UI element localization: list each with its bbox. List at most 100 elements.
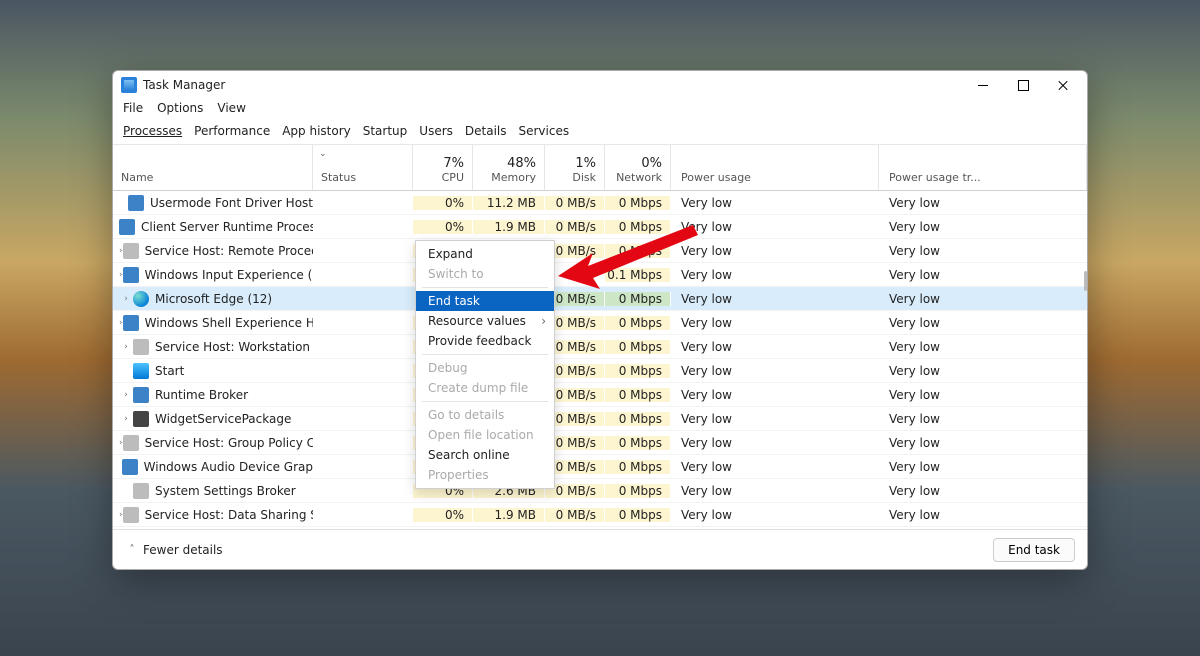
col-name[interactable]: Name (113, 145, 313, 190)
cell-power-trend: Very low (879, 508, 1087, 522)
process-icon (123, 435, 139, 451)
tab-startup[interactable]: Startup (363, 124, 408, 138)
process-name: Service Host: Workstation (155, 340, 310, 354)
table-row[interactable]: ›Microsoft Edge (12)324.9 MB0 MB/s0 Mbps… (113, 287, 1087, 311)
expand-chevron-icon[interactable]: › (119, 414, 133, 424)
cell-power-trend: Very low (879, 364, 1087, 378)
tab-performance[interactable]: Performance (194, 124, 270, 138)
close-button[interactable] (1043, 71, 1083, 99)
process-list[interactable]: Usermode Font Driver Host0%11.2 MB0 MB/s… (113, 191, 1087, 529)
cell-power-trend: Very low (879, 460, 1087, 474)
menu-view[interactable]: View (217, 101, 245, 115)
cell-power: Very low (671, 244, 879, 258)
process-icon (122, 459, 138, 475)
table-row[interactable]: ›Service Host: Remote Procedure...0%6.8 … (113, 239, 1087, 263)
menu-separator (422, 287, 548, 288)
cell-network: 0 Mbps (605, 460, 671, 474)
process-icon (133, 291, 149, 307)
chevron-up-icon[interactable]: ˄ (125, 544, 139, 555)
end-task-button[interactable]: End task (993, 538, 1075, 562)
process-name: WidgetServicePackage (155, 412, 291, 426)
app-icon (121, 77, 137, 93)
cell-network: 0.1 Mbps (605, 268, 671, 282)
table-row[interactable]: ›Runtime Broker0%3.3 MB0 MB/s0 MbpsVery … (113, 383, 1087, 407)
table-row[interactable]: ›Service Host: Group Policy C0%1.2 MB0 M… (113, 431, 1087, 455)
expand-chevron-icon[interactable]: › (119, 390, 133, 400)
cell-power: Very low (671, 364, 879, 378)
col-power[interactable]: Power usage (671, 145, 879, 190)
menu-item-resource-values[interactable]: Resource values (416, 311, 554, 331)
cell-network: 0 Mbps (605, 244, 671, 258)
tab-details[interactable]: Details (465, 124, 507, 138)
menu-separator (422, 354, 548, 355)
col-status[interactable]: ⌄Status (313, 145, 413, 190)
col-power-trend[interactable]: Power usage tr... (879, 145, 1087, 190)
process-name: Microsoft Edge (12) (155, 292, 272, 306)
cell-power-trend: Very low (879, 220, 1087, 234)
cell-memory: 1.9 MB (473, 508, 545, 522)
table-row[interactable]: Windows Audio Device Grap0%1.1 MB0 MB/s0… (113, 455, 1087, 479)
menu-item-search-online[interactable]: Search online (416, 445, 554, 465)
cell-power-trend: Very low (879, 316, 1087, 330)
col-network[interactable]: 0%Network (605, 145, 671, 190)
menu-file[interactable]: File (123, 101, 143, 115)
cell-power: Very low (671, 340, 879, 354)
col-cpu[interactable]: 7%CPU (413, 145, 473, 190)
cell-memory: 11.2 MB (473, 196, 545, 210)
cell-disk: 0 MB/s (545, 508, 605, 522)
menu-options[interactable]: Options (157, 101, 203, 115)
table-row[interactable]: System Settings Broker0%2.6 MB0 MB/s0 Mb… (113, 479, 1087, 503)
cell-network: 0 Mbps (605, 412, 671, 426)
process-name: Runtime Broker (155, 388, 248, 402)
chevron-down-icon: ⌄ (319, 149, 327, 159)
scrollbar-thumb[interactable] (1084, 271, 1087, 291)
tabbar: Processes Performance App history Startu… (113, 120, 1087, 145)
column-headers: Name ⌄Status 7%CPU 48%Memory 1%Disk 0%Ne… (113, 145, 1087, 191)
tab-app-history[interactable]: App history (282, 124, 351, 138)
menu-item-debug: Debug (416, 358, 554, 378)
cell-power: Very low (671, 220, 879, 234)
titlebar[interactable]: Task Manager (113, 71, 1087, 99)
cell-network: 0 Mbps (605, 220, 671, 234)
tab-services[interactable]: Services (519, 124, 570, 138)
cell-power: Very low (671, 460, 879, 474)
col-memory[interactable]: 48%Memory (473, 145, 545, 190)
tab-users[interactable]: Users (419, 124, 453, 138)
fewer-details-link[interactable]: Fewer details (143, 543, 223, 557)
cell-power-trend: Very low (879, 268, 1087, 282)
cell-network: 0 Mbps (605, 196, 671, 210)
tab-processes[interactable]: Processes (123, 124, 182, 138)
cell-power-trend: Very low (879, 244, 1087, 258)
cell-disk: 0 MB/s (545, 220, 605, 234)
table-row[interactable]: Client Server Runtime Process0%1.9 MB0 M… (113, 215, 1087, 239)
col-disk[interactable]: 1%Disk (545, 145, 605, 190)
menu-item-end-task[interactable]: End task (416, 291, 554, 311)
table-row[interactable]: ›Service Host: Workstation0%0.8 MB0 MB/s… (113, 335, 1087, 359)
minimize-button[interactable] (963, 71, 1003, 99)
context-menu: ExpandSwitch toEnd taskResource valuesPr… (415, 240, 555, 489)
menu-item-provide-feedback[interactable]: Provide feedback (416, 331, 554, 351)
table-row[interactable]: ›Windows Shell Experience H0%0 MB0 MB/s0… (113, 311, 1087, 335)
maximize-button[interactable] (1003, 71, 1043, 99)
process-icon (133, 483, 149, 499)
cell-power: Very low (671, 388, 879, 402)
menubar: File Options View (113, 99, 1087, 120)
process-icon (133, 411, 149, 427)
expand-chevron-icon[interactable]: › (119, 294, 133, 304)
table-row[interactable]: ›WidgetServicePackage0%3.0 MB0 MB/s0 Mbp… (113, 407, 1087, 431)
expand-chevron-icon[interactable]: › (119, 342, 133, 352)
window-title: Task Manager (143, 78, 225, 92)
menu-item-go-to-details: Go to details (416, 405, 554, 425)
table-row[interactable]: Start0%23.6 MB0 MB/s0 MbpsVery lowVery l… (113, 359, 1087, 383)
table-row[interactable]: ›Service Host: Data Sharing Service0%1.9… (113, 503, 1087, 527)
process-name: Windows Shell Experience H (145, 316, 313, 330)
process-name: Service Host: Data Sharing Service (145, 508, 313, 522)
process-icon (123, 315, 139, 331)
cell-cpu: 0% (413, 220, 473, 234)
process-name: Windows Audio Device Grap (144, 460, 313, 474)
process-icon (123, 267, 139, 283)
cell-memory: 1.9 MB (473, 220, 545, 234)
table-row[interactable]: ›Windows Input Experience (3)0%72.60.1 M… (113, 263, 1087, 287)
menu-item-expand[interactable]: Expand (416, 244, 554, 264)
table-row[interactable]: Usermode Font Driver Host0%11.2 MB0 MB/s… (113, 191, 1087, 215)
